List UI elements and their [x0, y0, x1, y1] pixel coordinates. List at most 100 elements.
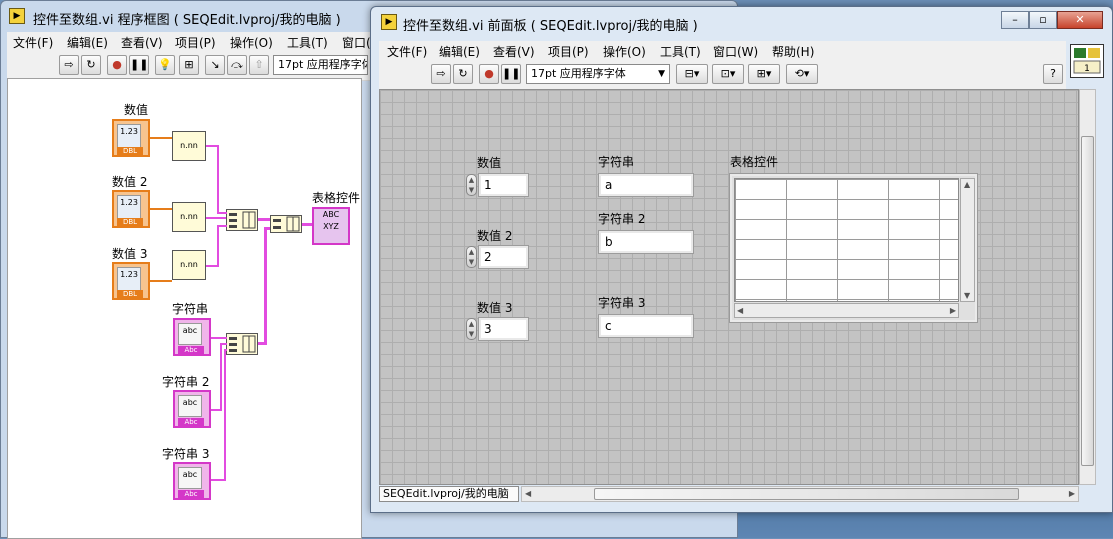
align-objects-icon[interactable]: ⊟▾ [676, 64, 708, 84]
numeric-control-1[interactable]: ▲ ▼ 1 [466, 173, 529, 197]
run-continuous-icon[interactable]: ↻ [453, 64, 473, 84]
front-panel-toolbar: ⇨ ↻ ● ❚❚ 17pt 应用程序字体 ▼ ⊟▾ ⊡▾ ⊞▾ ⟲▾ ? [379, 61, 1066, 90]
step-over-icon[interactable]: ⤼ [227, 55, 247, 75]
numeric-input-2[interactable]: 2 [478, 245, 529, 269]
front-panel-menubar: 文件(F) 编辑(E) 查看(V) 项目(P) 操作(O) 工具(T) 窗口(W… [379, 41, 1066, 61]
number-to-string-node-3[interactable]: n.nn [172, 250, 206, 280]
menu-help[interactable]: 帮助(H) [772, 43, 814, 60]
font-select[interactable]: 17pt 应用程序字体 [273, 55, 368, 75]
scroll-right-icon[interactable]: ▶ [1069, 489, 1075, 498]
numeric-control-3[interactable]: ▲ ▼ 3 [466, 317, 529, 341]
menu-window[interactable]: 窗口( [342, 34, 371, 51]
menu-view[interactable]: 查看(V) [121, 34, 163, 51]
vertical-scroll-thumb[interactable] [1081, 136, 1094, 466]
numeric-control-2[interactable]: ▲ ▼ 2 [466, 245, 529, 269]
string-terminal-type: Abc [178, 346, 204, 354]
front-panel-title: 控件至数组.vi 前面板 ( SEQEdit.lvproj/我的电脑 ) [403, 19, 698, 34]
build-array-node-strings[interactable] [226, 333, 258, 355]
wire-string1 [211, 337, 227, 339]
label-num3: 数值 3 [477, 301, 513, 315]
menu-tools[interactable]: 工具(T) [287, 34, 328, 51]
scroll-up-icon[interactable]: ▲ [964, 180, 970, 189]
abort-icon[interactable]: ● [107, 55, 127, 75]
menu-file[interactable]: 文件(F) [13, 34, 53, 51]
table-vertical-scrollbar[interactable]: ▲ ▼ [960, 178, 975, 302]
panel-horizontal-scrollbar[interactable]: ◀ ▶ [521, 486, 1079, 502]
table-control[interactable]: ▲ ▼ ◀ ▶ [729, 173, 978, 323]
table-terminal-text: ABC XYZ [322, 210, 340, 231]
menu-project[interactable]: 项目(P) [175, 34, 216, 51]
numeric-input-3[interactable]: 3 [478, 317, 529, 341]
horizontal-scroll-thumb[interactable] [594, 488, 1019, 500]
pause-icon[interactable]: ❚❚ [129, 55, 149, 75]
increment-decrement-icon[interactable]: ▲ ▼ [466, 246, 477, 268]
number-to-string-node-2[interactable]: n.nn [172, 202, 206, 232]
step-out-icon[interactable]: ⇧ [249, 55, 269, 75]
string-terminal-1[interactable]: abc Abc [173, 318, 211, 356]
table-cells[interactable] [734, 178, 959, 302]
distribute-objects-icon[interactable]: ⊡▾ [712, 64, 744, 84]
wire-str-c-v [217, 225, 219, 267]
string-terminal-3[interactable]: abc Abc [173, 462, 211, 500]
retain-wire-values-icon[interactable]: ⊞ [179, 55, 199, 75]
panel-vertical-scrollbar[interactable] [1079, 89, 1096, 485]
menu-file[interactable]: 文件(F) [387, 43, 427, 60]
step-into-icon[interactable]: ↘ [205, 55, 225, 75]
block-diagram-canvas[interactable]: 数值 数值 2 数值 3 字符串 字符串 2 字符串 3 表格控件 1.23 D… [7, 78, 362, 539]
highlight-execution-icon[interactable]: 💡 [155, 55, 175, 75]
string-input-1[interactable]: a [598, 173, 694, 197]
scroll-right-icon[interactable]: ▶ [950, 306, 956, 315]
build-array-icon [229, 211, 256, 229]
run-arrow-icon[interactable]: ⇨ [431, 64, 451, 84]
build-array-node-table[interactable] [270, 215, 302, 233]
front-panel-canvas[interactable]: 数值 数值 2 数值 3 ▲ ▼ 1 ▲ ▼ 2 ▲ ▼ 3 字符串 字符串 2 字符… [379, 89, 1079, 485]
resize-objects-icon[interactable]: ⊞▾ [748, 64, 780, 84]
svg-text:1: 1 [1084, 64, 1090, 74]
string-terminal-2[interactable]: abc Abc [173, 390, 211, 428]
table-horizontal-scrollbar[interactable]: ◀ ▶ [734, 303, 959, 318]
label-num2: 数值 2 [112, 175, 148, 189]
string-terminal-type: Abc [178, 490, 204, 498]
numeric-terminal-3[interactable]: 1.23 DBL [112, 262, 150, 300]
label-str2: 字符串 2 [162, 375, 210, 389]
minimize-button[interactable]: – [1001, 11, 1029, 29]
numeric-terminal-text: 1.23 [117, 124, 141, 148]
menu-tools[interactable]: 工具(T) [660, 43, 701, 60]
increment-decrement-icon[interactable]: ▲ ▼ [466, 174, 477, 196]
menu-operate[interactable]: 操作(O) [230, 34, 273, 51]
menu-edit[interactable]: 编辑(E) [67, 34, 108, 51]
project-status-path[interactable]: SEQEdit.lvproj/我的电脑 [379, 486, 519, 502]
pause-icon[interactable]: ❚❚ [501, 64, 521, 84]
front-panel-titlebar[interactable]: ▶ 控件至数组.vi 前面板 ( SEQEdit.lvproj/我的电脑 ) –… [371, 7, 1112, 37]
number-to-string-node-1[interactable]: n.nn [172, 131, 206, 161]
label-num3: 数值 3 [112, 247, 148, 261]
string-input-3[interactable]: c [598, 314, 694, 338]
menu-project[interactable]: 项目(P) [548, 43, 589, 60]
vi-icon[interactable]: 1 [1070, 44, 1104, 78]
abort-icon[interactable]: ● [479, 64, 499, 84]
scroll-down-icon[interactable]: ▼ [964, 291, 970, 300]
reorder-icon[interactable]: ⟲▾ [786, 64, 818, 84]
string-terminal-text: abc [178, 323, 202, 345]
close-button[interactable]: ✕ [1057, 11, 1103, 29]
font-select[interactable]: 17pt 应用程序字体 ▼ [526, 64, 670, 84]
string-input-2[interactable]: b [598, 230, 694, 254]
numeric-terminal-1[interactable]: 1.23 DBL [112, 119, 150, 157]
scroll-left-icon[interactable]: ◀ [525, 489, 531, 498]
menu-view[interactable]: 查看(V) [493, 43, 535, 60]
menu-operate[interactable]: 操作(O) [603, 43, 646, 60]
maximize-button[interactable]: ▫ [1029, 11, 1057, 29]
wire-string2-h [220, 343, 227, 345]
run-arrow-icon[interactable]: ⇨ [59, 55, 79, 75]
increment-decrement-icon[interactable]: ▲ ▼ [466, 318, 477, 340]
front-panel-window: ▶ 控件至数组.vi 前面板 ( SEQEdit.lvproj/我的电脑 ) –… [370, 6, 1113, 513]
help-button[interactable]: ? [1043, 64, 1063, 84]
menu-edit[interactable]: 编辑(E) [439, 43, 480, 60]
table-indicator-terminal[interactable]: ABC XYZ [312, 207, 350, 245]
scroll-left-icon[interactable]: ◀ [737, 306, 743, 315]
numeric-terminal-2[interactable]: 1.23 DBL [112, 190, 150, 228]
build-array-node-numbers[interactable] [226, 209, 258, 231]
numeric-input-1[interactable]: 1 [478, 173, 529, 197]
menu-window[interactable]: 窗口(W) [713, 43, 758, 60]
run-continuous-icon[interactable]: ↻ [81, 55, 101, 75]
